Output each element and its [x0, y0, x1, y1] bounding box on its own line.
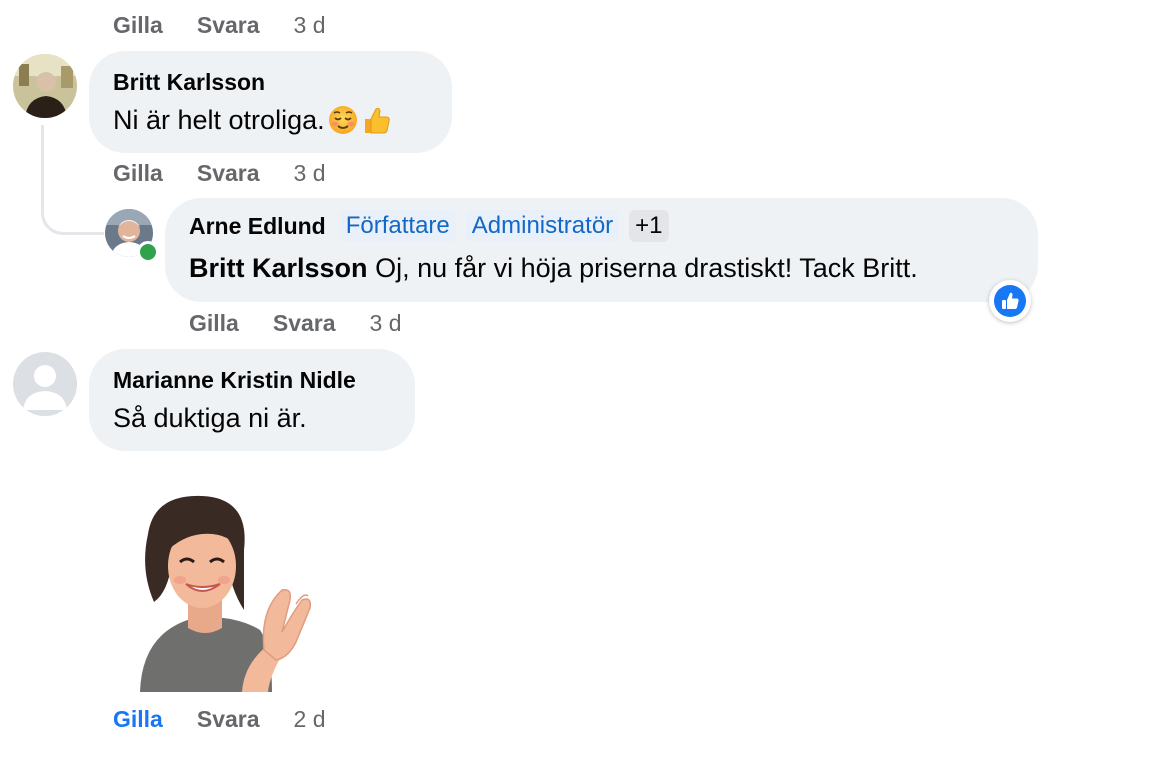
online-status-indicator [137, 241, 159, 263]
reaction-summary[interactable] [989, 280, 1031, 322]
like-reaction-icon [994, 285, 1026, 317]
like-button[interactable]: Gilla [113, 160, 163, 187]
comment-author[interactable]: Marianne Kristin Nidle [113, 367, 356, 394]
reply-button[interactable]: Svara [197, 12, 260, 39]
like-button[interactable]: Gilla [189, 310, 239, 337]
default-avatar-icon[interactable] [13, 352, 77, 416]
comment-text: Oj, nu får vi höja priserna drastiskt! T… [375, 253, 918, 283]
comment-timestamp[interactable]: 3 d [370, 310, 402, 337]
comment-actions: Gilla Svara 3 d [113, 10, 326, 40]
avatar[interactable] [13, 54, 77, 118]
comment-text: Ni är helt otroliga. [113, 104, 325, 135]
author-badge[interactable]: Författare [339, 210, 456, 242]
comment-author[interactable]: Arne Edlund [189, 213, 326, 240]
comment-header: Arne Edlund Författare Administratör +1 [189, 210, 669, 242]
comment-bubble: Britt Karlsson Ni är helt otroliga. [89, 51, 452, 153]
like-button[interactable]: Gilla [113, 706, 163, 733]
comment-actions: Gilla Svara 3 d [189, 308, 402, 338]
reply-button[interactable]: Svara [197, 706, 260, 733]
relieved-face-emoji [327, 104, 359, 136]
avatar-clapping-sticker[interactable] [132, 492, 318, 692]
comment-bubble: Marianne Kristin Nidle Så duktiga ni är. [89, 349, 415, 451]
reply-button[interactable]: Svara [197, 160, 260, 187]
mention-link[interactable]: Britt Karlsson [189, 253, 368, 283]
comment-text-row: Britt Karlsson Oj, nu får vi höja priser… [189, 253, 918, 284]
thread-connector [41, 125, 104, 235]
comment-timestamp[interactable]: 3 d [294, 12, 326, 39]
thumbs-up-emoji [361, 104, 393, 136]
comment-actions: Gilla Svara 2 d [113, 704, 326, 734]
reply-button[interactable]: Svara [273, 310, 336, 337]
comment-text-row: Ni är helt otroliga. [113, 104, 393, 136]
comment-bubble: Arne Edlund Författare Administratör +1 … [165, 198, 1038, 302]
comment-timestamp[interactable]: 2 d [294, 706, 326, 733]
comment-actions: Gilla Svara 3 d [113, 158, 326, 188]
comment-timestamp[interactable]: 3 d [294, 160, 326, 187]
like-button[interactable]: Gilla [113, 12, 163, 39]
admin-badge[interactable]: Administratör [465, 210, 620, 242]
more-badges-button[interactable]: +1 [629, 210, 669, 242]
comment-author[interactable]: Britt Karlsson [113, 69, 265, 96]
comment-text: Så duktiga ni är. [113, 403, 307, 433]
